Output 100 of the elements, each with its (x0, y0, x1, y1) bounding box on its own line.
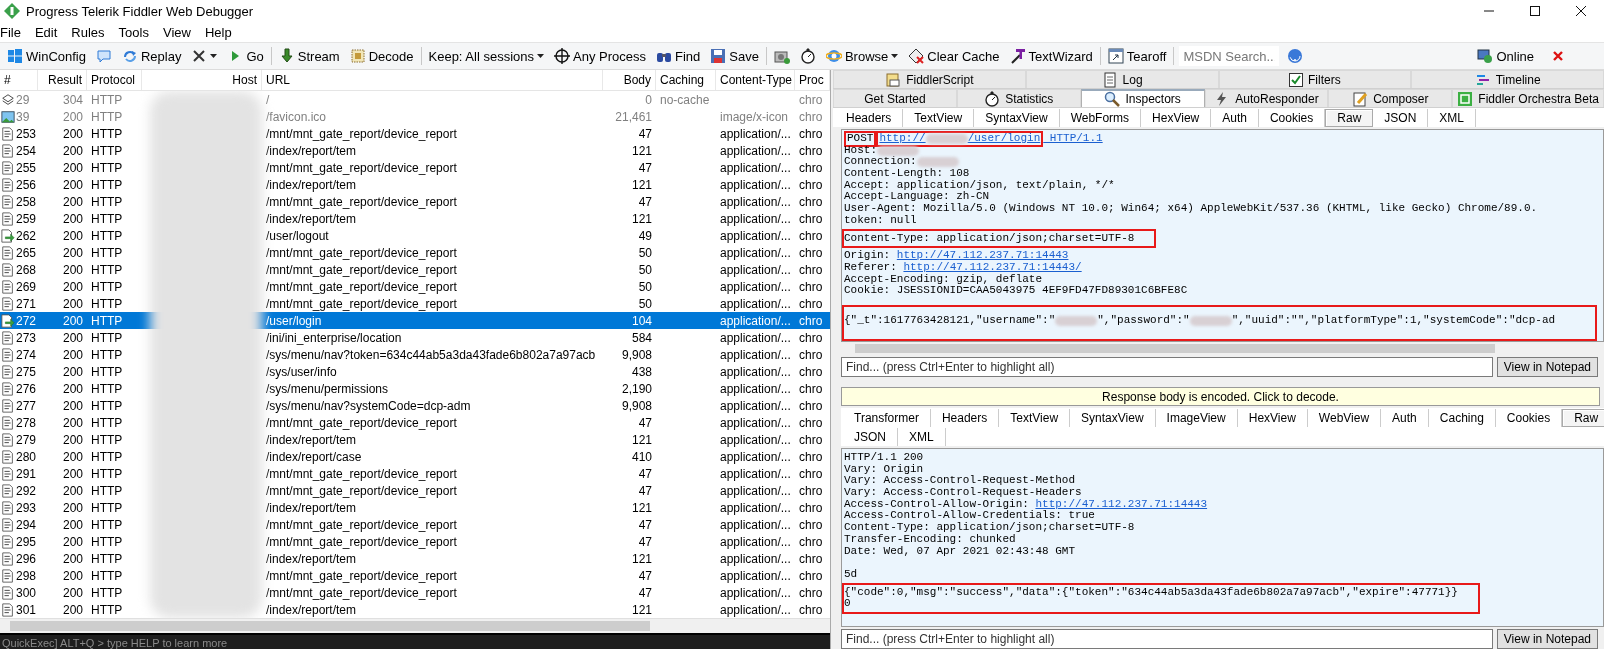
url-link[interactable]: http://47.112.237.71:14443/ (903, 261, 1082, 274)
find-field[interactable]: Find... (press Ctrl+Enter to highlight all) (841, 357, 1493, 377)
toolbar-dropdown[interactable]: Keep: All sessions (426, 48, 546, 64)
session-row[interactable]: 280 200 HTTP /index/report/case 410 application/... chro (0, 448, 830, 465)
request-text-area[interactable] (841, 129, 1604, 342)
url-link[interactable]: HTTP/1.1 (1043, 133, 1103, 145)
find-field[interactable]: Find... (press Ctrl+Enter to highlight all) (841, 629, 1493, 649)
session-row[interactable]: 279 200 HTTP /index/report/tem 121 application/... chro (0, 431, 830, 448)
tab[interactable]: Composer (1328, 89, 1453, 107)
column-header[interactable]: Content-Type (716, 70, 795, 90)
code-text: 5d (844, 568, 858, 581)
view-in-notepad-button[interactable]: View in Notepad (1496, 357, 1598, 377)
column-header[interactable]: Host (142, 70, 262, 90)
session-row[interactable]: 253 200 HTTP /mnt/mnt_gate_report/device_report 47 application/... chro (0, 125, 830, 142)
scrollbar[interactable] (0, 618, 830, 633)
toolbar-button[interactable]: Find (654, 48, 703, 64)
toolbar-button[interactable]: Go (225, 48, 266, 64)
session-row[interactable]: 254 200 HTTP /index/report/tem 121 application/... chro (0, 142, 830, 159)
tab[interactable]: Raw (1325, 109, 1374, 127)
table-cell-text: HTTP (90, 568, 124, 583)
toolbar-button[interactable]: Tearoff (1105, 48, 1169, 64)
session-row[interactable]: 300 200 HTTP /mnt/mnt_gate_report/device_report 47 application/... chro (0, 584, 830, 601)
session-row[interactable]: 259 200 HTTP /index/report/tem 121 application/... chro (0, 210, 830, 227)
tab[interactable]: Inspectors (1080, 89, 1205, 107)
code-text: {"code":0,"msg":"success","data":{"token":"634c44ab5a3da43fade6b802a7a97acb","expire":47771}} (844, 586, 1458, 599)
toolbar-button[interactable]: Any Process (552, 48, 648, 64)
tab[interactable]: Get Started (833, 89, 957, 107)
url-link[interactable]: http://47.112.237.71:14443 (1035, 498, 1208, 511)
table-cell-text: /mnt/mnt_gate_report/device_report (265, 262, 458, 277)
session-row[interactable]: 298 200 HTTP /mnt/mnt_gate_report/device_report 47 application/... chro (0, 567, 830, 584)
table-cell-text: / (265, 92, 271, 107)
session-row[interactable]: 265 200 HTTP /mnt/mnt_gate_report/device_report 50 application/... chro (0, 244, 830, 261)
table-cell-text: application/... (719, 194, 792, 209)
session-row[interactable]: 268 200 HTTP /mnt/mnt_gate_report/device_report 50 application/... chro (0, 261, 830, 278)
menu-item[interactable]: View (162, 24, 191, 40)
url-link[interactable]: http:// (879, 133, 926, 145)
table-cell-text: application/... (719, 347, 792, 362)
session-row[interactable]: 273 200 HTTP /ini/ini_enterprise/location 584 application/... chro (0, 329, 830, 346)
view-in-notepad-button[interactable]: View in Notepad (1496, 629, 1598, 649)
session-row[interactable]: 274 200 HTTP /sys/menu/nav?token=634c44ab5a3da43fade6b802a7a97acb 9,908 application/... chro (0, 346, 830, 363)
column-header[interactable]: URL (262, 70, 603, 90)
session-row[interactable]: 262 200 HTTP /user/logout 49 application/... chro (0, 227, 830, 244)
session-row[interactable]: 296 200 HTTP /index/report/tem 121 application/... chro (0, 550, 830, 567)
search-field[interactable]: MSDN Search... (1179, 46, 1280, 66)
code-text: Origin: (844, 250, 892, 262)
tab[interactable]: Timeline (1411, 70, 1604, 88)
column-header[interactable]: Body (603, 70, 656, 90)
response-text-area[interactable] (841, 448, 1604, 627)
session-row[interactable]: 301 200 HTTP /index/report/tem 121 application/... chro (0, 601, 830, 618)
toolbar-dropdown[interactable]: Browse (823, 48, 901, 64)
decode-notice[interactable]: Response body is encoded. Click to decode. (841, 387, 1600, 406)
column-header[interactable]: Caching (656, 70, 716, 90)
session-row[interactable]: 39 200 HTTP /favicon.ico 21,461 image/x-icon chro (0, 108, 830, 125)
menu-item[interactable]: Rules (71, 24, 105, 40)
session-row[interactable]: 269 200 HTTP /mnt/mnt_gate_report/device_report 50 application/... chro (0, 278, 830, 295)
toolbar-button[interactable]: TextWizard (1007, 48, 1095, 64)
session-row[interactable]: 278 200 HTTP /mnt/mnt_gate_report/device_report 47 application/... chro (0, 414, 830, 431)
stopwatch-icon (799, 48, 816, 64)
column-header[interactable]: Result (38, 70, 87, 90)
tab[interactable]: Fiddler Orchestra Beta (1452, 89, 1604, 107)
url-link[interactable]: http://47.112.237.71:14443 (896, 250, 1069, 262)
tab[interactable]: Log (1025, 70, 1219, 88)
session-row[interactable]: 291 200 HTTP /mnt/mnt_gate_report/device_report 47 application/... chro (0, 465, 830, 482)
row-number: 273 (16, 330, 37, 345)
session-row[interactable]: 275 200 HTTP /sys/user/info 438 application/... chro (0, 363, 830, 380)
menu-item[interactable]: Help (204, 24, 232, 40)
tab[interactable]: Raw (1562, 409, 1604, 427)
table-cell-text: HTTP (90, 398, 124, 413)
session-row[interactable]: 293 200 HTTP /index/report/tem 121 application/... chro (0, 499, 830, 516)
session-row[interactable]: 256 200 HTTP /index/report/tem 121 application/... chro (0, 176, 830, 193)
session-row[interactable]: 255 200 HTTP /mnt/mnt_gate_report/device_report 47 application/... chro (0, 159, 830, 176)
online-button[interactable]: Online (1475, 48, 1536, 64)
column-header[interactable]: Protocol (87, 70, 142, 90)
menu-item[interactable]: Tools (118, 24, 149, 40)
tab[interactable]: Statistics (956, 89, 1081, 107)
checkbox[interactable] (1289, 72, 1304, 87)
session-row[interactable]: 295 200 HTTP /mnt/mnt_gate_report/device_report 47 application/... chro (0, 533, 830, 550)
session-row[interactable]: 276 200 HTTP /sys/menu/permissions 2,190 application/... chro (0, 380, 830, 397)
tab[interactable]: Filters (1218, 70, 1412, 88)
session-row[interactable]: 29 304 HTTP / 0 no-cache chro (0, 91, 830, 108)
column-header[interactable]: Proc (795, 70, 830, 90)
session-row[interactable]: 294 200 HTTP /mnt/mnt_gate_report/device_report 47 application/... chro (0, 516, 830, 533)
toolbar-button[interactable]: Save (708, 48, 761, 64)
tab[interactable]: FiddlerScript (833, 70, 1026, 88)
url-link[interactable]: /user/login (967, 133, 1041, 145)
toolbar-button[interactable]: Replay (119, 48, 184, 64)
row-number: 274 (16, 347, 37, 362)
session-row[interactable]: 271 200 HTTP /mnt/mnt_gate_report/device_report 50 application/... chro (0, 295, 830, 312)
quickexec-bar[interactable]: QuickExec] ALT+Q > type HELP to learn more (0, 633, 830, 649)
tab[interactable]: AutoResponder (1204, 89, 1329, 107)
column-header[interactable]: # (0, 70, 38, 90)
toolbar-button[interactable]: Stream (276, 48, 342, 64)
toolbar-button[interactable]: Decode (347, 48, 416, 64)
toolbar-button[interactable]: Clear Cache (906, 48, 1002, 64)
session-row[interactable]: 277 200 HTTP /sys/menu/nav?systemCode=dcp-adm 9,908 application/... chro (0, 397, 830, 414)
menu-item[interactable]: Edit (34, 24, 58, 40)
session-row[interactable]: 258 200 HTTP /mnt/mnt_gate_report/device_report 47 application/... chro (0, 193, 830, 210)
toolbar-button[interactable]: WinConfig (5, 48, 88, 64)
menu-item[interactable]: File (0, 24, 21, 40)
session-row[interactable]: 292 200 HTTP /mnt/mnt_gate_report/device_report 47 application/... chro (0, 482, 830, 499)
